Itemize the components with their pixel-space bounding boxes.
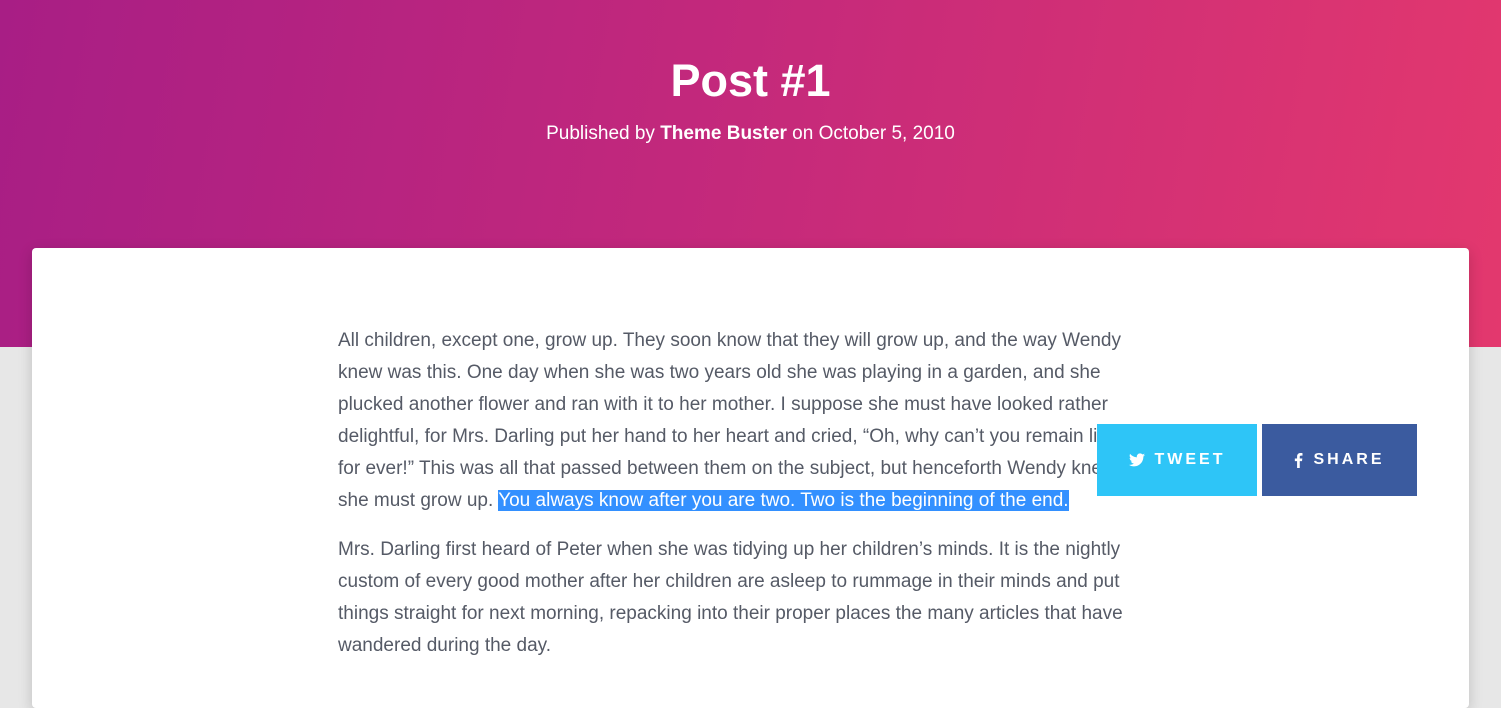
tweet-button[interactable]: TWEET	[1097, 424, 1257, 496]
facebook-icon	[1294, 452, 1303, 468]
facebook-share-button[interactable]: SHARE	[1262, 424, 1417, 496]
meta-prefix: Published by	[546, 123, 661, 144]
paragraph-1: All children, except one, grow up. They …	[338, 325, 1158, 517]
post-date: October 5, 2010	[818, 123, 955, 144]
share-bar: TWEET SHARE	[1097, 424, 1417, 496]
tweet-label: TWEET	[1154, 451, 1226, 468]
selected-text: You always know after you are two. Two i…	[498, 490, 1069, 511]
post-content: All children, except one, grow up. They …	[338, 325, 1158, 679]
paragraph-1-text: All children, except one, grow up. They …	[338, 330, 1153, 511]
meta-middle: on	[786, 123, 819, 144]
twitter-icon	[1128, 453, 1145, 467]
paragraph-2: Mrs. Darling first heard of Peter when s…	[338, 539, 1123, 656]
share-label: SHARE	[1313, 451, 1385, 468]
post-meta: Published by Theme Buster on October 5, …	[0, 121, 1501, 147]
author-link[interactable]: Theme Buster	[660, 123, 787, 144]
post-title: Post #1	[670, 55, 831, 106]
